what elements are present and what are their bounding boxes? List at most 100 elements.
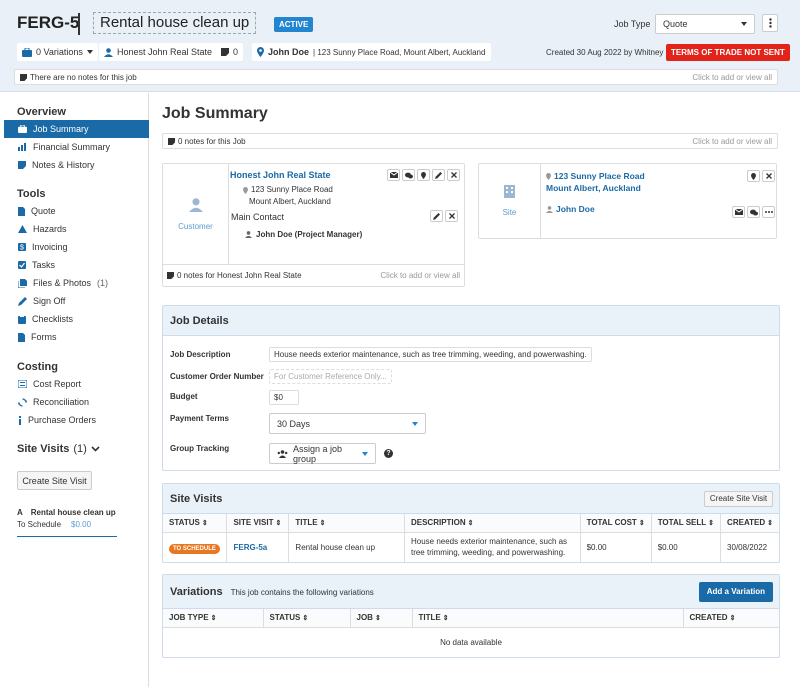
column-header-status[interactable]: STATUS ⇕: [263, 609, 351, 628]
chat-icon[interactable]: [747, 206, 760, 218]
customer-notes-action[interactable]: Click to add or view all: [380, 271, 460, 280]
close-icon[interactable]: [447, 169, 460, 181]
column-header-site-visit[interactable]: SITE VISIT ⇕: [226, 514, 290, 533]
variations-dropdown[interactable]: 0 Variations: [17, 43, 98, 61]
sidebar-item-label: Reconciliation: [33, 397, 90, 407]
summary-notes-bar[interactable]: 0 notes for this Job Click to add or vie…: [162, 133, 778, 149]
job-details-panel: Job Details Job Description House needs …: [162, 305, 780, 471]
chevron-down-icon: [91, 446, 100, 452]
column-header-status[interactable]: STATUS ⇕: [163, 514, 228, 533]
site-visit-letter: A: [17, 508, 23, 517]
contact-address: | 123 Sunny Place Road, Mount Albert, Au…: [313, 47, 486, 57]
email-icon[interactable]: [732, 206, 745, 218]
summary-notes-text: 0 notes for this Job: [178, 136, 246, 146]
sidebar-item-label: Checklists: [32, 314, 74, 324]
created-info: Created 30 Aug 2022 by Whitney: [546, 48, 664, 57]
job-notes-text: There are no notes for this job: [30, 72, 137, 82]
terms-of-trade-badge[interactable]: TERMS OF TRADE NOT SENT: [666, 44, 790, 61]
more-options-button[interactable]: [762, 14, 778, 32]
page-title: Job Summary: [162, 105, 268, 122]
email-icon[interactable]: [387, 169, 400, 181]
location-pin-icon: [546, 172, 551, 180]
column-header-description[interactable]: DESCRIPTION ⇕: [404, 514, 581, 533]
sidebar-item-cost-report[interactable]: Cost Report: [4, 375, 149, 393]
refresh-icon: [18, 397, 27, 407]
site-visit-item[interactable]: A Rental house clean up To Schedule $0.0…: [17, 508, 116, 529]
close-icon[interactable]: [445, 210, 458, 222]
customer-card: Customer Honest John Real State 123 Sunn…: [162, 163, 465, 287]
job-notes-bar[interactable]: There are no notes for this job Click to…: [14, 69, 778, 85]
sidebar-item-forms[interactable]: Forms: [4, 328, 149, 346]
job-description-field[interactable]: House needs exterior maintenance, such a…: [269, 347, 592, 362]
summary-notes-action[interactable]: Click to add or view all: [692, 137, 772, 146]
sidebar-item-purchase-orders[interactable]: Purchase Orders: [4, 411, 149, 429]
empty-message: No data available: [440, 637, 502, 647]
job-notes-action[interactable]: Click to add or view all: [692, 73, 772, 82]
chat-icon[interactable]: [402, 169, 415, 181]
sort-icon: ⇕: [374, 615, 381, 623]
location-pin-icon[interactable]: [747, 170, 760, 182]
notes-count-pill[interactable]: 0: [216, 43, 244, 61]
description-cell: House needs exterior maintenance, such a…: [404, 532, 581, 562]
user-icon: [188, 197, 203, 212]
sidebar-item-quote[interactable]: Quote: [4, 202, 149, 220]
site-address-link[interactable]: 123 Sunny Place Road Mount Albert, Auckl…: [546, 170, 645, 194]
job-title-input[interactable]: Rental house clean up: [93, 12, 257, 34]
column-header-total-cost[interactable]: TOTAL COST ⇕: [580, 514, 652, 533]
add-variation-button[interactable]: Add a Variation: [698, 581, 773, 602]
status-badge: TO SCHEDULE: [169, 543, 220, 554]
sidebar-item-tasks[interactable]: Tasks: [4, 256, 149, 274]
pencil-icon[interactable]: [430, 210, 443, 222]
users-icon: [277, 449, 288, 458]
sort-icon: ⇕: [319, 520, 326, 528]
column-header-created[interactable]: CREATED ⇕: [720, 514, 779, 533]
job-type-value: Quote: [663, 19, 688, 29]
site-visits-title: Site Visits: [170, 492, 223, 505]
client-link[interactable]: Honest John Real State: [99, 43, 218, 61]
site-visit-link[interactable]: FERG-5a: [233, 543, 267, 552]
sidebar-item-checklists[interactable]: Checklists: [4, 310, 149, 328]
site-visits-heading: Site Visits: [17, 443, 70, 455]
sort-icon: ⇕: [467, 520, 474, 528]
pencil-icon[interactable]: [432, 169, 445, 181]
sidebar-item-notes-history[interactable]: Notes & History: [4, 156, 149, 174]
site-address-line2: Mount Albert, Auckland: [546, 183, 641, 193]
column-header-total-sell[interactable]: TOTAL SELL ⇕: [651, 514, 722, 533]
create-site-visit-button[interactable]: Create Site Visit: [17, 471, 92, 490]
table-row[interactable]: TO SCHEDULE FERG-5a Rental house clean u…: [163, 532, 779, 562]
job-type-select[interactable]: Quote: [655, 14, 755, 34]
customer-address: 123 Sunny Place Road Mount Albert, Auckl…: [243, 184, 333, 208]
customer-notes-bar[interactable]: 0 notes for Honest John Real State Click…: [163, 264, 464, 286]
create-site-visit-button[interactable]: Create Site Visit: [704, 490, 773, 507]
column-header-title[interactable]: TITLE ⇕: [288, 514, 405, 533]
payment-terms-select[interactable]: 30 Days: [269, 413, 426, 434]
column-header-created[interactable]: CREATED ⇕: [683, 609, 779, 628]
sidebar-item-job-summary[interactable]: Job Summary: [4, 120, 149, 138]
customer-name-link[interactable]: Honest John Real State: [230, 170, 331, 180]
sort-icon: ⇕: [708, 520, 715, 528]
help-icon[interactable]: ?: [384, 449, 393, 458]
sidebar-item-sign-off[interactable]: Sign Off: [4, 292, 149, 310]
created-cell: 30/08/2022: [727, 542, 768, 552]
column-header-job-type[interactable]: JOB TYPE ⇕: [163, 609, 264, 628]
sidebar-item-files-photos[interactable]: Files & Photos (1): [4, 274, 149, 292]
more-icon[interactable]: [762, 206, 775, 218]
budget-input[interactable]: $0: [269, 390, 299, 405]
contact-address-pill[interactable]: John Doe | 123 Sunny Place Road, Mount A…: [252, 43, 491, 61]
site-contact[interactable]: John Doe: [546, 204, 595, 214]
sidebar-item-reconciliation[interactable]: Reconciliation: [4, 393, 149, 411]
sidebar-item-invoicing[interactable]: $ Invoicing: [4, 238, 149, 256]
column-header-title[interactable]: TITLE ⇕: [412, 609, 684, 628]
close-icon[interactable]: [762, 170, 775, 182]
svg-text:$: $: [20, 245, 24, 252]
customer-order-input[interactable]: For Customer Reference Only...: [269, 369, 392, 384]
group-tracking-select[interactable]: Assign a job group: [269, 443, 376, 464]
site-visits-toggle[interactable]: Site Visits (1): [17, 443, 100, 455]
customer-notes-text: 0 notes for Honest John Real State: [177, 271, 302, 280]
column-header-job[interactable]: JOB ⇕: [350, 609, 413, 628]
sidebar-item-hazards[interactable]: Hazards: [4, 220, 149, 238]
location-pin-icon[interactable]: [417, 169, 430, 181]
main-contact-name: John Doe (Project Manager): [256, 230, 363, 239]
sidebar-item-label: Notes & History: [32, 160, 95, 170]
sidebar-item-financial-summary[interactable]: Financial Summary: [4, 138, 149, 156]
